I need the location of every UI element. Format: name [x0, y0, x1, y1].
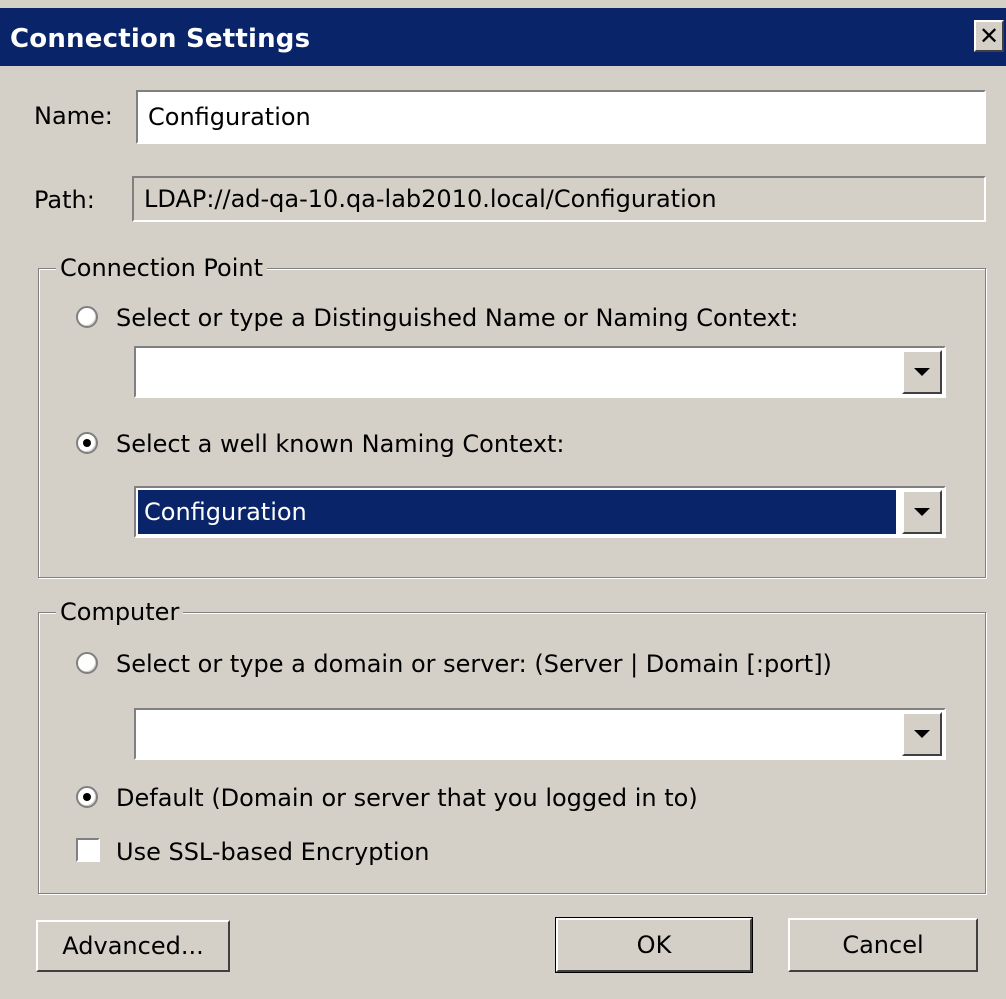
chevron-down-icon	[914, 368, 930, 376]
radio-selected-dot	[83, 793, 91, 801]
radio-default-server[interactable]	[76, 786, 98, 808]
radio-distinguished-name[interactable]	[76, 306, 98, 328]
name-input[interactable]: Configuration	[136, 90, 986, 144]
title-bar[interactable]: Connection Settings ✕	[0, 8, 1006, 66]
radio-default-server-label: Default (Domain or server that you logge…	[116, 784, 698, 812]
name-input-value: Configuration	[148, 103, 311, 131]
path-label: Path:	[34, 186, 95, 214]
chevron-down-icon	[914, 508, 930, 516]
radio-distinguished-name-label: Select or type a Distinguished Name or N…	[116, 304, 799, 332]
connection-point-legend: Connection Point	[56, 254, 268, 282]
well-known-context-combo-dropdown-button[interactable]	[902, 490, 942, 534]
radio-domain-or-server[interactable]	[76, 652, 98, 674]
radio-well-known-context[interactable]	[76, 432, 98, 454]
close-icon: ✕	[978, 22, 1000, 50]
radio-domain-or-server-label: Select or type a domain or server: (Serv…	[116, 650, 832, 678]
distinguished-name-combo-value	[138, 350, 896, 394]
computer-legend: Computer	[56, 598, 184, 626]
server-combo-value	[138, 712, 896, 756]
server-combo-dropdown-button[interactable]	[902, 712, 942, 756]
ssl-encryption-label: Use SSL-based Encryption	[116, 838, 430, 866]
chevron-down-icon	[914, 730, 930, 738]
distinguished-name-combo[interactable]	[134, 346, 946, 398]
advanced-button[interactable]: Advanced...	[36, 920, 230, 972]
close-button[interactable]: ✕	[974, 20, 1004, 52]
ok-button[interactable]: OK	[555, 917, 753, 973]
path-field[interactable]: LDAP://ad-qa-10.qa-lab2010.local/Configu…	[132, 176, 986, 222]
radio-well-known-context-label: Select a well known Naming Context:	[116, 430, 565, 458]
cancel-button-label: Cancel	[842, 931, 924, 959]
distinguished-name-combo-dropdown-button[interactable]	[902, 350, 942, 394]
window-title: Connection Settings	[10, 24, 311, 54]
path-field-value: LDAP://ad-qa-10.qa-lab2010.local/Configu…	[144, 185, 717, 213]
advanced-button-label: Advanced...	[62, 932, 204, 960]
name-label: Name:	[34, 102, 113, 130]
server-combo[interactable]	[134, 708, 946, 760]
radio-selected-dot	[83, 439, 91, 447]
well-known-context-combo-value: Configuration	[138, 490, 896, 534]
cancel-button[interactable]: Cancel	[788, 918, 978, 972]
ok-button-label: OK	[636, 931, 672, 959]
ssl-encryption-checkbox[interactable]	[76, 838, 100, 862]
well-known-context-combo[interactable]: Configuration	[134, 486, 946, 538]
